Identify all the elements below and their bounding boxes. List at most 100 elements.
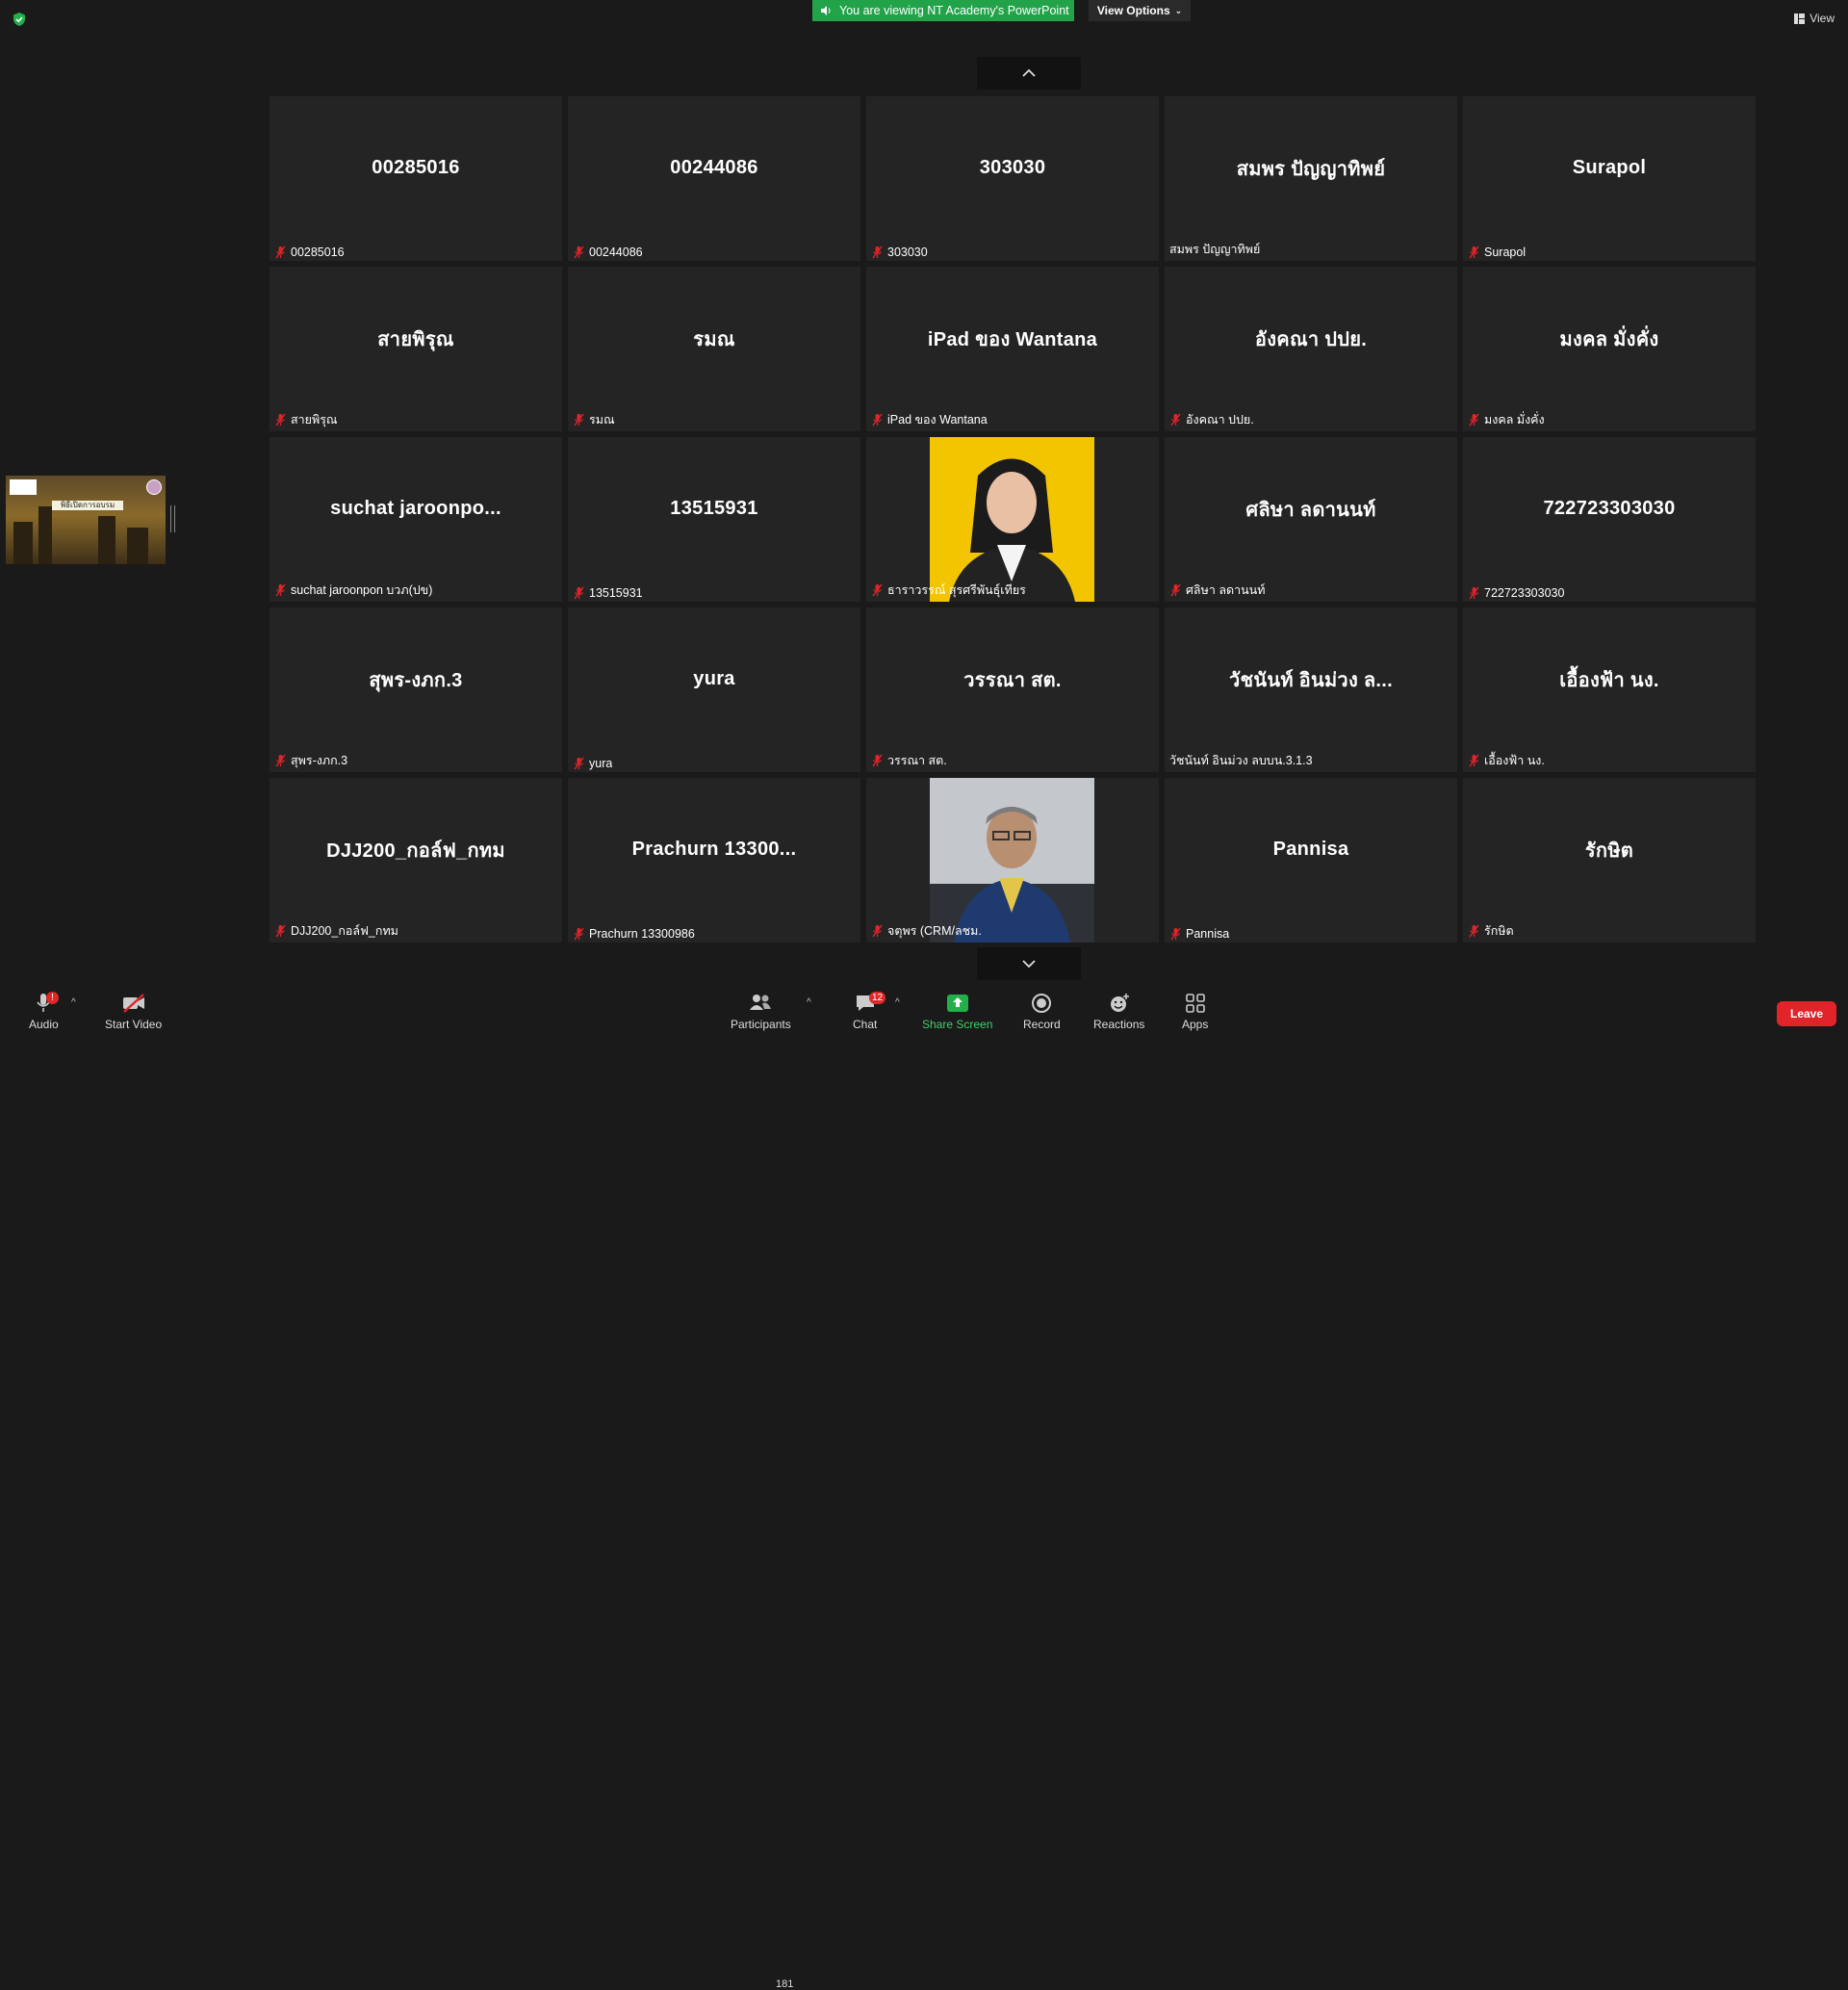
muted-microphone-icon — [1469, 586, 1479, 600]
participant-name-label: รักษิต — [1468, 921, 1514, 941]
participant-display-name: รักษิต — [1584, 840, 1634, 862]
chevron-down-icon — [1022, 960, 1036, 969]
participant-tile[interactable]: สายพิรุณ สายพิรุณ — [270, 267, 562, 431]
next-page-button[interactable] — [977, 947, 1081, 980]
participant-name-text: อังคณา ปปย. — [1186, 413, 1254, 426]
participant-tile[interactable]: 00244086 00244086 — [568, 96, 860, 261]
muted-microphone-icon — [872, 754, 883, 767]
participant-display-name: yura — [693, 668, 735, 689]
participant-display-name: Surapol — [1572, 157, 1647, 178]
panel-splitter-handle[interactable] — [170, 505, 175, 532]
view-button[interactable]: View — [1794, 12, 1835, 25]
participant-tile[interactable]: วรรณา สต. วรรณา สต. — [866, 607, 1159, 772]
building-silhouette — [13, 522, 33, 564]
muted-microphone-icon — [1170, 583, 1181, 597]
participant-name-label: Pannisa — [1169, 927, 1229, 941]
self-view-thumbnail[interactable]: พิธีเปิดการอบรม — [6, 476, 166, 564]
muted-microphone-icon — [1469, 246, 1479, 259]
participant-video — [930, 778, 1094, 943]
muted-microphone-icon — [275, 754, 286, 767]
share-screen-button[interactable]: Share Screen — [922, 992, 992, 1031]
participant-name-label: suchat jaroonpon บวภ(ปข) — [274, 581, 432, 600]
participant-name-label: จตุพร (CRM/ลชม. — [871, 921, 982, 941]
participant-name-label: 00244086 — [573, 246, 643, 259]
video-off-icon — [122, 994, 144, 1013]
muted-microphone-icon — [1469, 754, 1479, 767]
participant-name-text: ศลิษา ลดานนท์ — [1186, 583, 1266, 597]
encryption-shield-icon[interactable] — [12, 12, 27, 27]
participant-tile[interactable]: สุพร-งภก.3 สุพร-งภก.3 — [270, 607, 562, 772]
participant-name-label: Prachurn 13300986 — [573, 927, 695, 941]
participant-tile[interactable]: 00285016 00285016 — [270, 96, 562, 261]
muted-microphone-icon — [574, 586, 584, 600]
participants-count: 181 — [776, 1978, 794, 1990]
participant-name-text: เอื้องฟ้า นง. — [1484, 754, 1545, 767]
participant-display-name: iPad ของ Wantana — [927, 328, 1098, 350]
muted-microphone-icon — [872, 413, 883, 426]
participant-tile[interactable]: iPad ของ Wantana iPad ของ Wantana — [866, 267, 1159, 431]
start-video-label: Start Video — [105, 1018, 163, 1031]
participant-tile[interactable]: รมณ รมณ — [568, 267, 860, 431]
participant-tile[interactable]: Prachurn 13300... Prachurn 13300986 — [568, 778, 860, 943]
participants-options-caret[interactable]: ^ — [807, 997, 811, 1008]
reactions-button[interactable]: Reactions — [1093, 992, 1144, 1031]
participant-name-label: มงคล มั่งคั่ง — [1468, 410, 1545, 429]
participant-display-name: 722723303030 — [1543, 498, 1676, 519]
muted-microphone-icon — [275, 246, 286, 259]
participant-name-text: สายพิรุณ — [291, 413, 338, 426]
participant-tile[interactable]: เอื้องฟ้า นง. เอื้องฟ้า นง. — [1463, 607, 1756, 772]
muted-microphone-icon — [1469, 924, 1479, 938]
participant-tile[interactable]: รักษิต รักษิต — [1463, 778, 1756, 943]
screen-share-banner: You are viewing NT Academy's PowerPoint — [812, 0, 1074, 21]
audio-label: Audio — [29, 1018, 59, 1031]
participant-display-name: Pannisa — [1272, 839, 1349, 860]
participant-display-name: รมณ — [693, 328, 735, 350]
participant-name-text: 00244086 — [589, 246, 643, 259]
participant-tile[interactable]: suchat jaroonpo... suchat jaroonpon บวภ(ป… — [270, 437, 562, 602]
participant-tile[interactable]: DJJ200_กอล์ฟ_กทม DJJ200_กอล์ฟ_กทม — [270, 778, 562, 943]
muted-microphone-icon — [872, 246, 883, 259]
participant-tile[interactable]: สมพร ปัญญาทิพย์ สมพร ปัญญาทิพย์ — [1165, 96, 1457, 261]
apps-icon — [1185, 994, 1205, 1013]
participant-name-text: รมณ — [589, 413, 615, 426]
participant-display-name: สมพร ปัญญาทิพย์ — [1236, 158, 1386, 180]
apps-button[interactable]: Apps — [1182, 992, 1208, 1031]
view-options-button[interactable]: View Options ⌄ — [1089, 0, 1191, 21]
participant-name-text: จตุพร (CRM/ลชม. — [887, 924, 982, 938]
participant-tile[interactable]: อังคณา ปปย. อังคณา ปปย. — [1165, 267, 1457, 431]
participant-tile[interactable]: จตุพร (CRM/ลชม. — [866, 778, 1159, 943]
audio-options-caret[interactable]: ^ — [71, 997, 76, 1008]
previous-page-button[interactable] — [977, 57, 1081, 90]
participant-tile[interactable]: yura yura — [568, 607, 860, 772]
participant-name-label: สายพิรุณ — [274, 410, 338, 429]
participant-name-text: Surapol — [1484, 246, 1527, 259]
participant-name-label: yura — [573, 757, 612, 770]
share-banner-text: You are viewing NT Academy's PowerPoint — [839, 4, 1069, 17]
muted-microphone-icon — [1170, 413, 1181, 426]
participant-name-text: มงคล มั่งคั่ง — [1484, 413, 1545, 426]
participant-display-name: สุพร-งภก.3 — [369, 669, 463, 691]
participant-tile[interactable]: 13515931 13515931 — [568, 437, 860, 602]
participant-tile[interactable]: ศลิษา ลดานนท์ ศลิษา ลดานนท์ — [1165, 437, 1457, 602]
participant-name-label: 13515931 — [573, 586, 643, 600]
participant-tile[interactable]: 303030 303030 — [866, 96, 1159, 261]
participants-icon — [750, 995, 772, 1010]
participant-name-label: อังคณา ปปย. — [1169, 410, 1254, 429]
leave-button[interactable]: Leave — [1777, 1001, 1836, 1026]
participant-tile[interactable]: มงคล มั่งคั่ง มงคล มั่งคั่ง — [1463, 267, 1756, 431]
participant-tile[interactable]: Pannisa Pannisa — [1165, 778, 1457, 943]
participant-tile[interactable]: 722723303030 722723303030 — [1463, 437, 1756, 602]
muted-microphone-icon — [1469, 413, 1479, 426]
record-button[interactable]: Record — [1023, 992, 1061, 1031]
chat-options-caret[interactable]: ^ — [895, 997, 900, 1008]
participant-name-label: เอื้องฟ้า นง. — [1468, 751, 1545, 770]
participant-tile[interactable]: ธาราวรรณ์ สุรศรีพันธุ์เทียร — [866, 437, 1159, 602]
participant-name-label: 303030 — [871, 246, 928, 259]
participants-button[interactable]: Participants — [731, 992, 791, 1031]
apps-label: Apps — [1182, 1018, 1209, 1031]
start-video-button[interactable]: Start Video — [105, 992, 162, 1031]
participant-tile[interactable]: วัชนันท์ อินม่วง ล... วัชนันท์ อินม่วง ลบ… — [1165, 607, 1457, 772]
participant-display-name: 13515931 — [670, 498, 758, 519]
participant-tile[interactable]: Surapol Surapol — [1463, 96, 1756, 261]
participant-display-name: suchat jaroonpo... — [330, 498, 501, 519]
